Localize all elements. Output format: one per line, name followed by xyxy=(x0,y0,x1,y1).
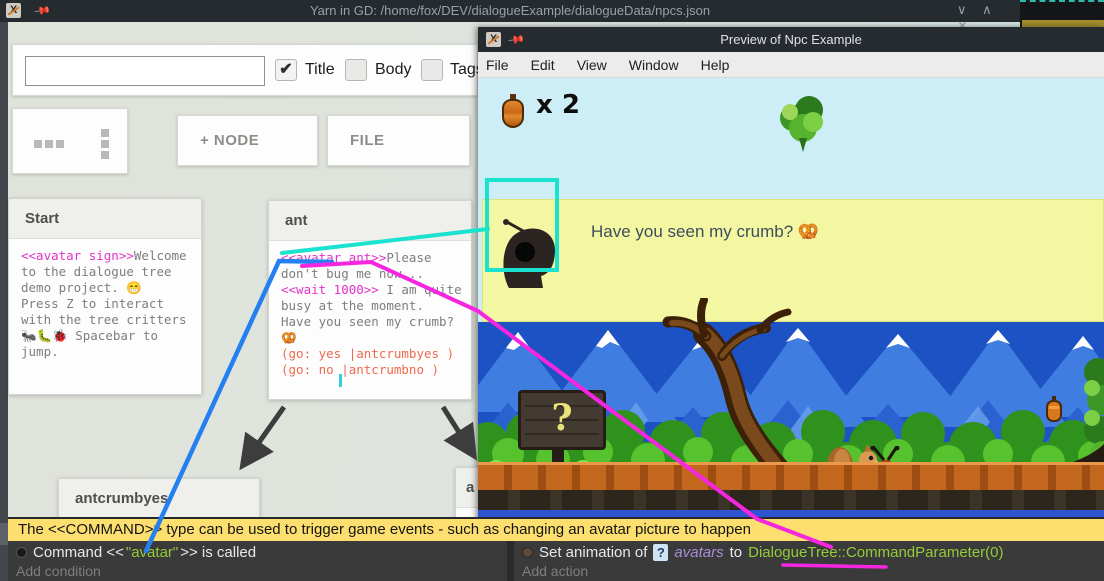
condition-prefix: Command << xyxy=(33,544,124,561)
text-cursor xyxy=(339,374,342,387)
yarn-titlebar: X 📌 Yarn in GD: /home/fox/DEV/dialogueEx… xyxy=(0,0,1020,22)
preview-window-title: Preview of Npc Example xyxy=(478,32,1104,47)
checkbox-title-check-icon: ✔ xyxy=(279,61,292,78)
command-text: <<wait 1000>> xyxy=(281,282,379,297)
checkbox-title[interactable]: ✔ xyxy=(275,59,297,81)
screenshot-root: X 📌 Yarn in GD: /home/fox/DEV/dialogueEx… xyxy=(0,0,1104,581)
goto-text: (go: no |antcrumbno ) xyxy=(281,362,439,377)
grid-dots-row-icon xyxy=(34,140,64,148)
node-start-title: Start xyxy=(9,199,201,239)
action-object: avatars xyxy=(674,544,723,561)
action-prefix: Set animation of xyxy=(539,544,647,561)
hanging-acorn-sprite xyxy=(1044,396,1064,426)
search-input[interactable] xyxy=(25,56,265,86)
menu-window[interactable]: Window xyxy=(629,57,679,73)
condition-row[interactable]: Command <<"avatar">> is called xyxy=(16,544,256,561)
action-value: DialogueTree::CommandParameter(0) xyxy=(748,544,1003,561)
sign-question-mark: ? xyxy=(521,397,603,439)
menu-file[interactable]: File xyxy=(486,57,509,73)
minimize-button[interactable]: ∨ xyxy=(957,2,967,17)
water-layer xyxy=(478,510,1104,517)
background-window-strip xyxy=(1022,20,1104,27)
condition-value: "avatar" xyxy=(126,544,178,561)
yarn-window-title: Yarn in GD: /home/fox/DEV/dialogueExampl… xyxy=(0,3,1020,18)
node-start-body: <<avatar sign>>Welcome to the dialogue t… xyxy=(9,239,201,360)
acorn-item-icon xyxy=(502,94,524,128)
preview-titlebar: X 📌 Preview of Npc Example xyxy=(478,27,1104,52)
goto-text: (go: yes |antcrumbyes ) xyxy=(281,346,454,361)
menu-view[interactable]: View xyxy=(577,57,607,73)
action-row[interactable]: Set animation of ? avatars to DialogueTr… xyxy=(522,544,1004,561)
checkbox-tags[interactable] xyxy=(421,59,443,81)
command-text: <<avatar sign>> xyxy=(21,248,134,263)
dialogue-text: Welcome to the dialogue tree demo projec… xyxy=(21,248,194,359)
search-panel: ✔ Title Body Tags xyxy=(12,44,478,96)
node-ant-body: <<avatar ant>>Please don't bug me now...… xyxy=(269,241,471,378)
action-panel[interactable]: Set animation of ? avatars to DialogueTr… xyxy=(514,541,1104,581)
checkbox-body[interactable] xyxy=(345,59,367,81)
action-connector: to xyxy=(730,544,743,561)
background-window-peek xyxy=(1020,0,1104,27)
yarn-window-left-border xyxy=(0,22,8,581)
maximize-button[interactable]: ∧ xyxy=(982,2,992,17)
add-node-button[interactable]: + NODE xyxy=(177,115,318,166)
node-ant[interactable]: ant <<avatar ant>>Please don't bug me no… xyxy=(268,200,472,400)
menu-edit[interactable]: Edit xyxy=(531,57,555,73)
item-counter: x 2 xyxy=(536,90,580,120)
node-ant-title: ant xyxy=(269,201,471,241)
condition-suffix: >> is called xyxy=(180,544,256,561)
menu-help[interactable]: Help xyxy=(701,57,730,73)
checkbox-title-label: Title xyxy=(305,61,335,79)
add-condition-link[interactable]: Add condition xyxy=(16,563,101,579)
question-sign: ? xyxy=(518,390,606,450)
ground-terrain xyxy=(478,462,1104,490)
checkbox-body-label: Body xyxy=(375,61,411,79)
bush-sprite xyxy=(773,92,829,154)
condition-panel[interactable]: Command <<"avatar">> is called Add condi… xyxy=(8,541,507,581)
condition-icon xyxy=(16,547,27,558)
node-antcrumbyes-title: antcrumbyes xyxy=(59,479,259,519)
preview-menubar: File Edit View Window Help xyxy=(478,52,1104,78)
grid-dots-column-icon xyxy=(101,129,109,159)
layout-grid-card[interactable] xyxy=(12,108,128,174)
file-button[interactable]: FILE xyxy=(327,115,470,166)
ant-avatar xyxy=(499,218,561,294)
rock-layer xyxy=(478,490,1104,510)
action-icon xyxy=(522,547,533,558)
tooltip-bar: The <<COMMAND>> type can be used to trig… xyxy=(8,517,1104,541)
node-start[interactable]: Start <<avatar sign>>Welcome to the dial… xyxy=(8,198,202,395)
object-unknown-icon: ? xyxy=(653,544,668,561)
bottom-left-border xyxy=(0,517,8,581)
add-action-link[interactable]: Add action xyxy=(522,563,588,579)
dialogue-text: Have you seen my crumb? 🥨 xyxy=(591,222,819,242)
command-text: <<avatar ant>> xyxy=(281,250,386,265)
